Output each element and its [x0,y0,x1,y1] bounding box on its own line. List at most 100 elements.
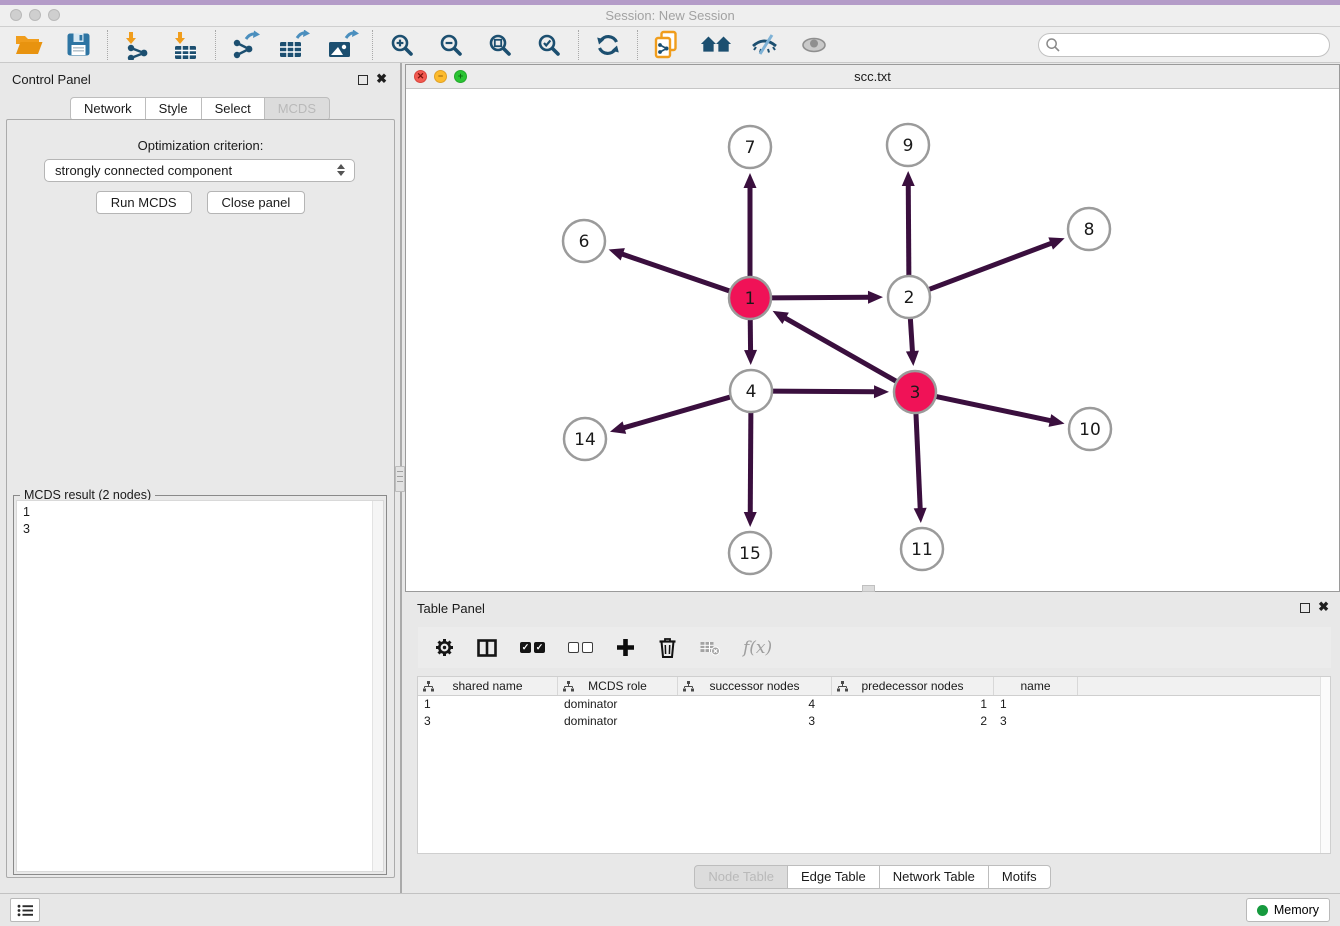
import-table-button[interactable] [170,29,202,61]
cell-name[interactable]: 1 [994,696,1078,713]
criterion-value: strongly connected component [55,163,232,178]
graph-node-4[interactable]: 4 [730,370,772,412]
delete-table-button[interactable] [700,633,720,663]
result-scrollbar[interactable] [372,501,383,871]
search-icon [1045,37,1061,53]
graph-node-2[interactable]: 2 [888,276,930,318]
search-input[interactable] [1038,33,1330,57]
refresh-view-button[interactable] [592,29,624,61]
task-history-button[interactable] [10,898,40,922]
vertical-splitter-grip[interactable] [395,466,405,492]
cell-shared-name[interactable]: 1 [418,696,558,713]
memory-button[interactable]: Memory [1246,898,1330,922]
show-hidden-button[interactable] [798,29,830,61]
select-all-button[interactable]: ✓✓ [520,633,545,663]
graph-edge-3-1[interactable] [784,317,898,382]
close-panel-icon[interactable]: ✖ [376,74,387,84]
add-column-button[interactable] [616,633,635,663]
column-header-predecessor-nodes[interactable]: predecessor nodes [832,677,994,695]
close-table-panel-icon[interactable]: ✖ [1318,602,1329,612]
export-network-button[interactable] [229,29,261,61]
columns-icon [477,639,497,657]
tab-network-table[interactable]: Network Table [879,865,989,889]
graph-edge-1-6[interactable] [621,254,731,292]
graph-edge-2-8[interactable] [928,243,1053,290]
export-image-button[interactable] [327,29,359,61]
cell-mcds-role[interactable]: dominator [558,713,678,730]
network-canvas[interactable]: 7 9 6 8 1 2 4 3 14 10 15 11 [406,90,1339,591]
column-header-mcds-role[interactable]: MCDS role [558,677,678,695]
select-stepper-icon [337,164,345,176]
cell-successor-nodes[interactable]: 4 [678,696,832,713]
clone-network-button[interactable] [651,29,683,61]
zoom-fit-button[interactable] [484,29,516,61]
zoom-selected-button[interactable] [533,29,565,61]
run-mcds-button[interactable]: Run MCDS [96,191,192,214]
graph-node-11[interactable]: 11 [901,528,943,570]
table-toolbar: ✓✓ f(x) [418,627,1331,668]
table-row[interactable]: 3dominator323 [418,713,1330,730]
show-all-views-button[interactable] [700,29,732,61]
zoom-fit-icon [488,33,512,57]
graph-edge-3-11[interactable] [916,412,920,510]
graph-edge-4-15[interactable] [750,411,751,514]
titlebar-accent-strip [0,0,1340,5]
cell-predecessor-nodes[interactable]: 2 [832,713,994,730]
edge-arrowhead [744,350,757,365]
cell-name[interactable]: 3 [994,713,1078,730]
criterion-select[interactable]: strongly connected component [44,159,355,182]
float-table-panel-icon[interactable] [1300,603,1310,613]
tab-style[interactable]: Style [145,97,202,121]
cell-successor-nodes[interactable]: 3 [678,713,832,730]
delete-column-button[interactable] [658,633,677,663]
svg-text:4: 4 [746,382,757,402]
graph-node-3[interactable]: 3 [894,371,936,413]
graph-node-7[interactable]: 7 [729,126,771,168]
open-folder-icon [14,32,44,57]
graph-edge-2-3[interactable] [910,317,912,353]
close-panel-button[interactable]: Close panel [207,191,306,214]
table-row[interactable]: 1dominator411 [418,696,1330,713]
graph-edge-1-2[interactable] [770,297,870,298]
tab-mcds[interactable]: MCDS [264,97,330,121]
graph-edge-4-14[interactable] [622,397,731,429]
deselect-all-button[interactable] [568,633,593,663]
function-builder-button[interactable]: f(x) [743,633,772,663]
horizontal-splitter-grip[interactable] [862,585,875,592]
tab-motifs[interactable]: Motifs [988,865,1051,889]
graph-edge-3-10[interactable] [935,396,1052,421]
clone-network-icon [653,30,681,60]
tab-node-table[interactable]: Node Table [694,865,788,889]
table-scrollbar[interactable] [1320,677,1330,853]
graph-node-14[interactable]: 14 [564,418,606,460]
cell-mcds-role[interactable]: dominator [558,696,678,713]
tab-select[interactable]: Select [201,97,265,121]
cell-shared-name[interactable]: 3 [418,713,558,730]
graph-node-6[interactable]: 6 [563,220,605,262]
list-icon [17,904,34,917]
zoom-out-button[interactable] [435,29,467,61]
export-table-button[interactable] [278,29,310,61]
edge-arrowhead [610,421,626,433]
save-session-button[interactable] [62,29,94,61]
graph-node-8[interactable]: 8 [1068,208,1110,250]
zoom-in-button[interactable] [386,29,418,61]
graph-node-10[interactable]: 10 [1069,408,1111,450]
column-header-successor-nodes[interactable]: successor nodes [678,677,832,695]
hide-selected-button[interactable] [749,29,781,61]
split-view-button[interactable] [477,633,497,663]
float-panel-icon[interactable] [358,75,368,85]
column-header-shared-name[interactable]: shared name [418,677,558,695]
tab-network[interactable]: Network [70,97,146,121]
graph-edge-4-3[interactable] [771,391,876,392]
column-header-name[interactable]: name [994,677,1078,695]
table-settings-button[interactable] [435,633,454,663]
graph-node-1[interactable]: 1 [729,277,771,319]
open-session-button[interactable] [13,29,45,61]
graph-node-9[interactable]: 9 [887,124,929,166]
graph-edge-2-9[interactable] [908,184,909,277]
tab-edge-table[interactable]: Edge Table [787,865,880,889]
graph-node-15[interactable]: 15 [729,532,771,574]
cell-predecessor-nodes[interactable]: 1 [832,696,994,713]
import-network-button[interactable] [121,29,153,61]
